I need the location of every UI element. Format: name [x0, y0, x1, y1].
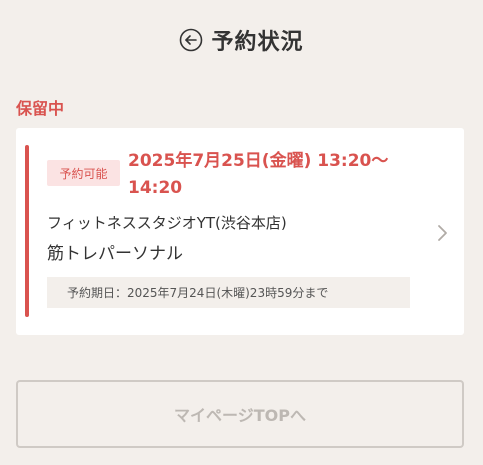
reservation-card[interactable]: 予約可能 2025年7月25日(金曜) 13:20〜 14:20 フィットネスス…	[16, 128, 464, 335]
reservation-deadline-text: 予約期日：2025年7月24日(木曜)23時59分まで	[67, 286, 329, 300]
status-badge: 予約可能	[47, 160, 120, 186]
mypage-top-button-label: マイページTOPへ	[174, 406, 306, 425]
reservation-datetime-line1: 2025年7月25日(金曜) 13:20〜	[128, 151, 389, 171]
reservation-datetime: 2025年7月25日(金曜) 13:20〜 14:20	[128, 148, 418, 202]
section-label-pending: 保留中	[16, 99, 65, 118]
reservation-datetime-line2: 14:20	[128, 178, 183, 198]
chevron-right-icon	[436, 222, 450, 244]
header: 予約状況	[0, 20, 483, 60]
page-title: 予約状況	[211, 30, 304, 55]
reservation-deadline: 予約期日：2025年7月24日(木曜)23時59分まで	[47, 277, 410, 308]
status-accent-bar	[25, 145, 29, 317]
studio-name: フィットネススタジオYT(渋谷本店)	[47, 214, 287, 232]
back-arrow-icon[interactable]	[179, 28, 203, 52]
mypage-top-button[interactable]: マイページTOPへ	[16, 380, 464, 448]
lesson-name: 筋トレパーソナル	[47, 244, 183, 264]
